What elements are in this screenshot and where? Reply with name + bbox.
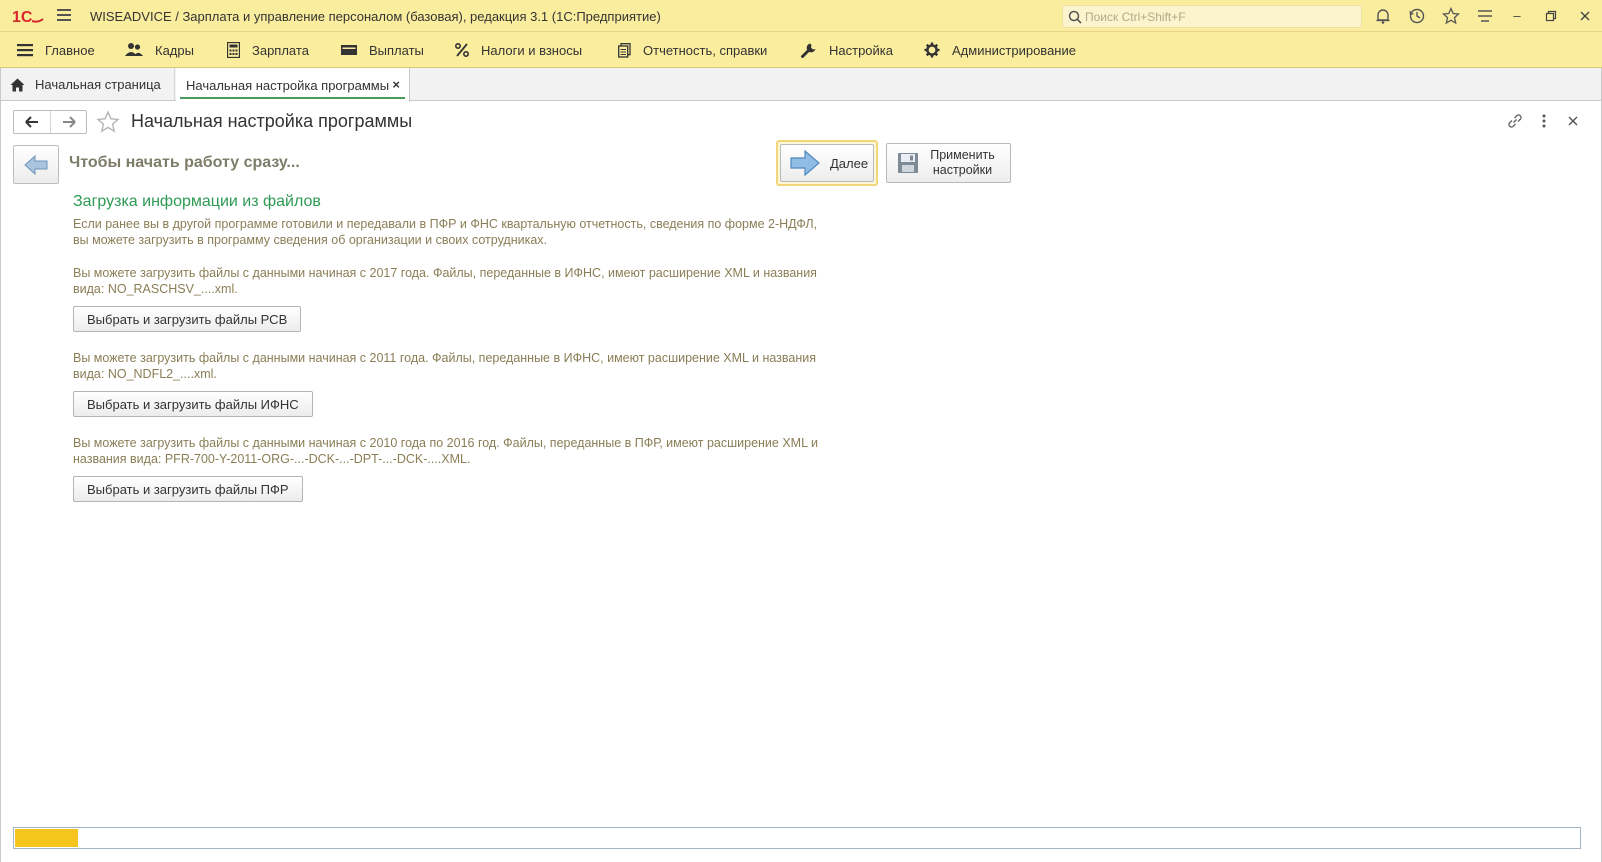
open-tabs-bar: Начальная страница Начальная настройка п… <box>0 68 1602 102</box>
link-icon[interactable] <box>1506 112 1524 130</box>
section-label: Выплаты <box>369 42 424 58</box>
tab-label: Начальная настройка программы <box>186 77 390 93</box>
section-label: Кадры <box>155 42 194 58</box>
section-label: Главное <box>45 42 95 58</box>
section-administration[interactable]: Администрирование <box>924 32 1076 68</box>
wallet-icon <box>341 45 357 55</box>
settings-menu-icon[interactable] <box>1476 7 1494 25</box>
main-menu-icon[interactable] <box>57 9 71 23</box>
tab-home[interactable]: Начальная страница <box>0 68 175 101</box>
tab-label: Начальная страница <box>35 77 161 92</box>
section-title: Загрузка информации из файлов <box>73 193 321 210</box>
window-frame-left <box>0 68 1 862</box>
ifns-hint: Вы можете загрузить файлы с данными начи… <box>73 351 817 381</box>
progress-fill <box>15 829 78 847</box>
minimize-icon[interactable]: – <box>1509 8 1525 24</box>
section-main[interactable]: Главное <box>17 32 95 68</box>
previous-step-button[interactable] <box>13 145 59 184</box>
tab-initial-setup[interactable]: Начальная настройка программы × <box>176 68 410 102</box>
history-navigation <box>13 110 87 134</box>
load-pfr-button[interactable]: Выбрать и загрузить файлы ПФР <box>73 476 303 502</box>
section-settings[interactable]: Настройка <box>801 32 893 68</box>
more-actions-icon[interactable] <box>1535 112 1553 130</box>
close-form-icon[interactable] <box>1564 112 1582 130</box>
section-payments[interactable]: Выплаты <box>341 32 424 68</box>
apply-settings-button[interactable]: Применить настройки <box>886 143 1011 183</box>
section-reports[interactable]: Отчетность, справки <box>618 32 767 68</box>
calculator-icon <box>227 42 240 58</box>
form-title: Начальная настройка программы <box>131 111 413 131</box>
section-label: Отчетность, справки <box>643 42 768 58</box>
menu-icon <box>17 44 33 57</box>
title-bar: 1С WISEADVICE / Зарплата и управление пе… <box>0 0 1602 32</box>
back-button[interactable] <box>14 111 50 133</box>
rsv-hint: Вы можете загрузить файлы с данными начи… <box>73 266 817 296</box>
arrow-left-icon <box>25 116 38 128</box>
window-title: WISEADVICE / Зарплата и управление персо… <box>90 9 661 24</box>
intro-text: Если ранее вы в другой программе готовил… <box>73 217 818 247</box>
arrow-right-icon <box>62 116 76 128</box>
pfr-hint: Вы можете загрузить файлы с данными начи… <box>73 436 819 466</box>
section-label: Администрирование <box>952 42 1076 58</box>
bell-icon[interactable] <box>1374 7 1392 25</box>
search-input[interactable] <box>1085 8 1355 25</box>
search-box[interactable] <box>1062 5 1362 28</box>
section-salary[interactable]: Зарплата <box>227 32 309 68</box>
save-disk-icon <box>898 153 918 173</box>
setup-progress-bar <box>13 827 1581 849</box>
next-button-label: Далее <box>830 155 869 171</box>
apply-settings-label: Применить настройки <box>919 148 1010 178</box>
home-icon <box>10 78 25 91</box>
section-label: Настройка <box>829 42 893 58</box>
arrow-right-icon <box>790 150 820 176</box>
gear-icon <box>924 42 940 58</box>
sections-panel: Главное Кадры Зарплата Выплаты Налоги и … <box>0 32 1602 68</box>
percent-icon <box>455 43 469 57</box>
close-tab-icon[interactable]: × <box>392 77 400 92</box>
1c-logo-icon[interactable]: 1С <box>12 7 44 25</box>
forward-button[interactable] <box>50 111 86 133</box>
restore-icon[interactable] <box>1543 8 1559 24</box>
section-hr[interactable]: Кадры <box>125 32 194 68</box>
load-rsv-button[interactable]: Выбрать и загрузить файлы РСВ <box>73 306 302 332</box>
section-taxes[interactable]: Налоги и взносы <box>455 32 582 68</box>
close-window-icon[interactable] <box>1577 8 1593 24</box>
add-to-favorites-icon[interactable] <box>96 110 120 134</box>
reports-icon <box>618 42 631 58</box>
arrow-left-icon <box>24 154 48 175</box>
people-icon <box>125 43 143 56</box>
next-button[interactable]: Далее <box>776 140 878 186</box>
section-label: Налоги и взносы <box>481 42 583 58</box>
history-icon[interactable] <box>1408 7 1426 25</box>
section-label: Зарплата <box>252 42 309 58</box>
search-icon <box>1068 10 1082 24</box>
svg-text:1С: 1С <box>12 9 33 25</box>
load-ifns-button[interactable]: Выбрать и загрузить файлы ИФНС <box>73 391 313 417</box>
wrench-icon <box>801 43 816 58</box>
apply-label-line1: Применить <box>930 148 995 162</box>
apply-label-line2: настройки <box>932 163 993 177</box>
favorites-star-icon[interactable] <box>1442 7 1460 25</box>
step-title: Чтобы начать работу сразу... <box>69 154 300 171</box>
